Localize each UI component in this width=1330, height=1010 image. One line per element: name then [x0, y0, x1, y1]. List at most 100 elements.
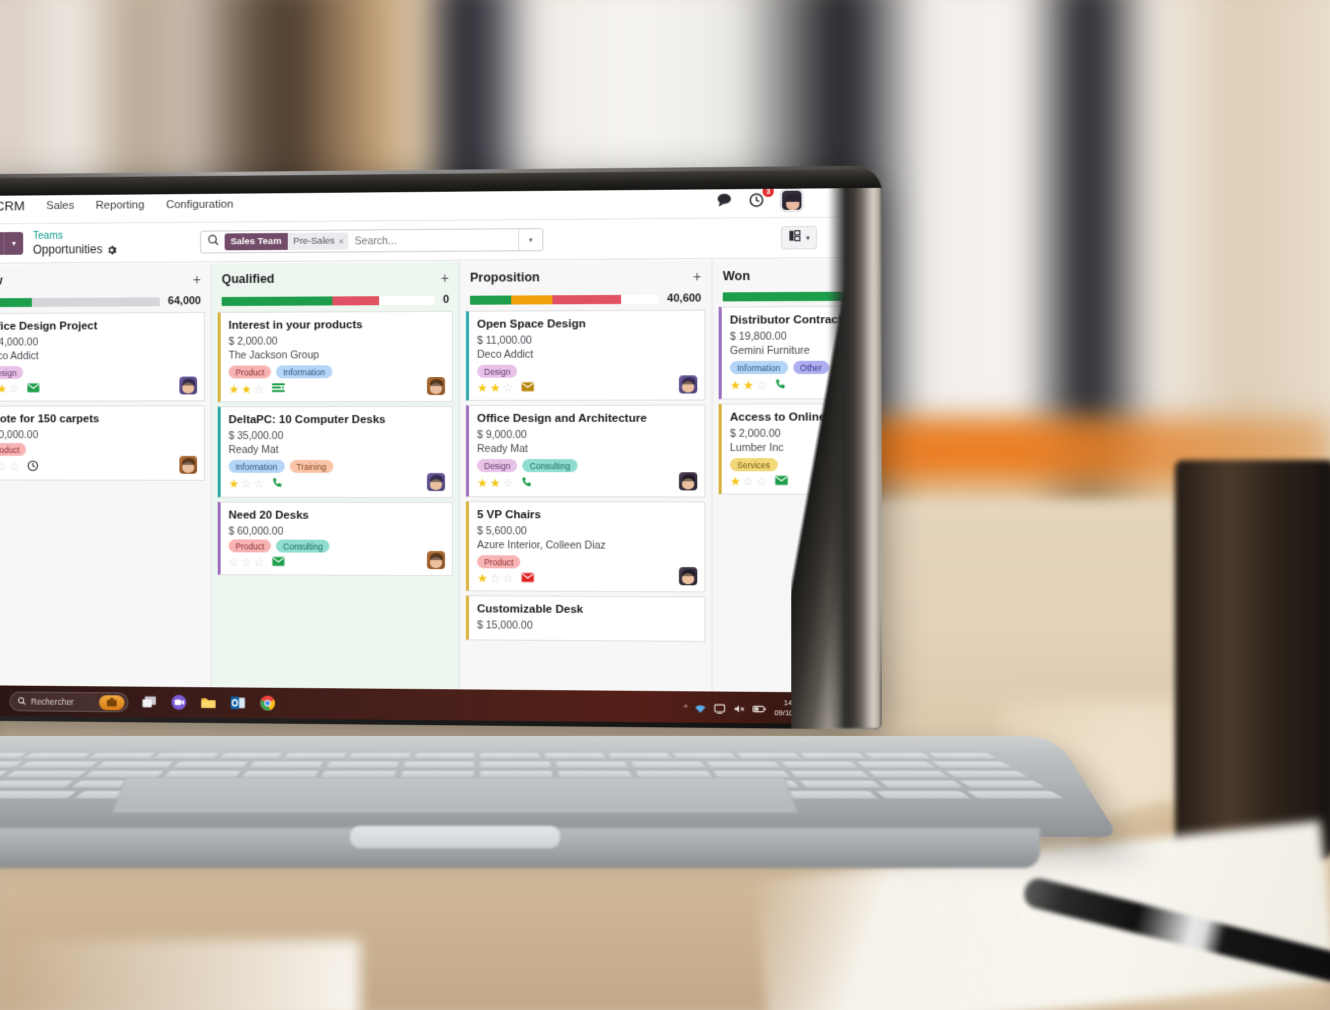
star-icon[interactable]: ☆ [490, 572, 501, 584]
kanban-card[interactable]: Office Design and Architecture $ 9,000.00… [466, 405, 705, 498]
star-icon[interactable]: ★ [477, 572, 488, 584]
kanban-card[interactable]: Distributor Contract $ 19,800.00 Gemini Fu… [719, 305, 846, 399]
card-title[interactable]: Quote for 150 carpets [0, 413, 196, 425]
star-icon[interactable]: ☆ [756, 475, 767, 487]
star-icon[interactable]: ☆ [9, 383, 19, 395]
search-facet[interactable]: Sales Team Pre-Sales × [225, 233, 348, 251]
task-view-icon[interactable] [141, 694, 158, 711]
file-explorer-icon[interactable] [200, 694, 217, 711]
card-assignee-avatar[interactable] [679, 567, 697, 585]
progress-segment[interactable] [470, 295, 511, 304]
star-icon[interactable]: ★ [229, 478, 240, 490]
card-tag[interactable]: Design [477, 459, 518, 472]
star-icon[interactable]: ★ [241, 383, 252, 395]
star-icon[interactable]: ★ [490, 477, 501, 489]
kanban-card[interactable]: Need 20 Desks $ 60,000.00 Product Consultin… [218, 502, 453, 577]
star-icon[interactable]: ★ [477, 382, 488, 394]
star-icon[interactable]: ★ [730, 379, 741, 391]
card-title[interactable]: Open Space Design [477, 318, 696, 331]
card-priority-stars[interactable]: ★ ☆ ☆ [730, 475, 767, 487]
envelope-icon[interactable] [775, 475, 788, 487]
card-priority-stars[interactable]: ★★☆ [730, 379, 767, 391]
card-title[interactable]: Need 20 Desks [229, 510, 444, 522]
star-icon[interactable]: ☆ [254, 383, 265, 395]
card-tag[interactable]: Product [477, 555, 520, 568]
nav-item-configuration[interactable]: Configuration [166, 198, 233, 210]
card-title[interactable]: Interest in your products [229, 319, 444, 332]
star-icon[interactable]: ☆ [503, 382, 514, 394]
kanban-card[interactable]: DeltaPC: 10 Computer Desks $ 35,000.00 Rea… [218, 406, 453, 498]
card-tag[interactable]: Services [730, 458, 778, 471]
column-add-icon[interactable]: + [693, 269, 701, 283]
kanban-card[interactable]: Access to Online Catalog$ 2,000.00Lumber… [719, 403, 846, 495]
search-bar[interactable]: Sales Team Pre-Sales × ▾ [200, 228, 543, 253]
kanban-view-icon[interactable] [789, 229, 802, 247]
clock-icon[interactable] [27, 460, 39, 474]
card-assignee-avatar[interactable] [427, 473, 445, 491]
card-priority-stars[interactable]: ★★☆ [477, 382, 513, 394]
column-title[interactable]: New [0, 274, 2, 288]
search-input[interactable] [348, 234, 518, 247]
column-add-icon[interactable]: + [193, 272, 201, 286]
clock-icon[interactable]: 3 [748, 191, 766, 209]
chat-bubble-icon[interactable] [716, 191, 734, 209]
card-title[interactable]: Office Design Project [0, 320, 196, 333]
list-icon[interactable] [272, 382, 285, 395]
card-assignee-avatar[interactable] [679, 375, 697, 393]
envelope-icon[interactable] [522, 572, 535, 584]
card-priority-stars[interactable]: ★★☆ [477, 477, 513, 489]
breadcrumb-teams-link[interactable]: Teams [33, 230, 117, 243]
card-tag[interactable]: Design [477, 365, 518, 378]
column-progress-bar[interactable] [222, 295, 435, 305]
progress-segment[interactable] [621, 294, 659, 303]
star-icon[interactable]: ★ [730, 475, 741, 487]
progress-segment[interactable] [332, 296, 379, 305]
card-assignee-avatar[interactable] [179, 377, 197, 395]
star-icon[interactable]: ☆ [503, 572, 514, 584]
star-icon[interactable]: ★ [229, 383, 240, 395]
star-icon[interactable]: ☆ [241, 478, 252, 490]
gear-icon[interactable] [107, 244, 117, 254]
card-assignee-avatar[interactable] [427, 377, 445, 395]
card-tag[interactable]: Consulting [523, 459, 578, 472]
user-avatar[interactable] [781, 189, 803, 210]
progress-segment[interactable] [222, 296, 332, 306]
card-title[interactable]: DeltaPC: 10 Computer Desks [229, 414, 444, 426]
card-tag[interactable]: Information [730, 361, 788, 374]
star-icon[interactable]: ☆ [241, 556, 252, 568]
chrome-icon[interactable] [259, 695, 276, 712]
card-priority-stars[interactable]: ☆☆☆ [0, 461, 20, 473]
card-priority-stars[interactable]: ★ ☆ ☆ [229, 478, 265, 490]
kanban-card[interactable]: Customizable Desk $ 15,000.00 [466, 595, 705, 642]
kanban-card[interactable]: 5 VP Chairs $ 5,600.00 Azure Interior, Col… [466, 501, 705, 592]
star-icon[interactable]: ☆ [756, 379, 767, 391]
card-assignee-avatar[interactable] [427, 551, 445, 569]
tray-chevron-icon[interactable]: ^ [684, 702, 688, 711]
progress-segment[interactable] [32, 297, 160, 307]
card-tag[interactable]: Other [793, 361, 829, 374]
progress-segment[interactable] [553, 294, 621, 303]
column-title[interactable]: Qualified [222, 272, 275, 286]
card-assignee-avatar[interactable] [179, 456, 197, 474]
card-tag[interactable]: Product [229, 539, 272, 552]
column-add-icon[interactable]: + [441, 271, 449, 285]
outlook-icon[interactable] [230, 694, 247, 711]
star-icon[interactable]: ★ [0, 383, 7, 395]
card-tag[interactable]: Design [0, 366, 24, 379]
view-switcher[interactable]: ▾ [781, 226, 816, 250]
kanban-card[interactable]: Quote for 150 carpets $ 30,000.00Product ☆… [0, 405, 205, 480]
card-tag[interactable]: Product [0, 443, 26, 456]
star-icon[interactable]: ★ [490, 382, 501, 394]
card-tag[interactable]: Product [229, 365, 272, 378]
card-priority-stars[interactable]: ★★☆ [0, 383, 20, 395]
card-tag[interactable]: Information [229, 460, 285, 473]
phone-icon[interactable] [775, 378, 787, 392]
star-icon[interactable]: ☆ [254, 556, 265, 568]
app-name[interactable]: CRM [0, 198, 25, 213]
card-tag[interactable]: Information [276, 365, 332, 378]
nav-item-sales[interactable]: Sales [46, 200, 74, 212]
network-icon[interactable] [695, 701, 707, 713]
search-dropdown-caret-icon[interactable]: ▾ [518, 229, 542, 250]
taskbar-search-box[interactable]: Rechercher [10, 691, 129, 712]
star-icon[interactable]: ☆ [0, 461, 7, 473]
